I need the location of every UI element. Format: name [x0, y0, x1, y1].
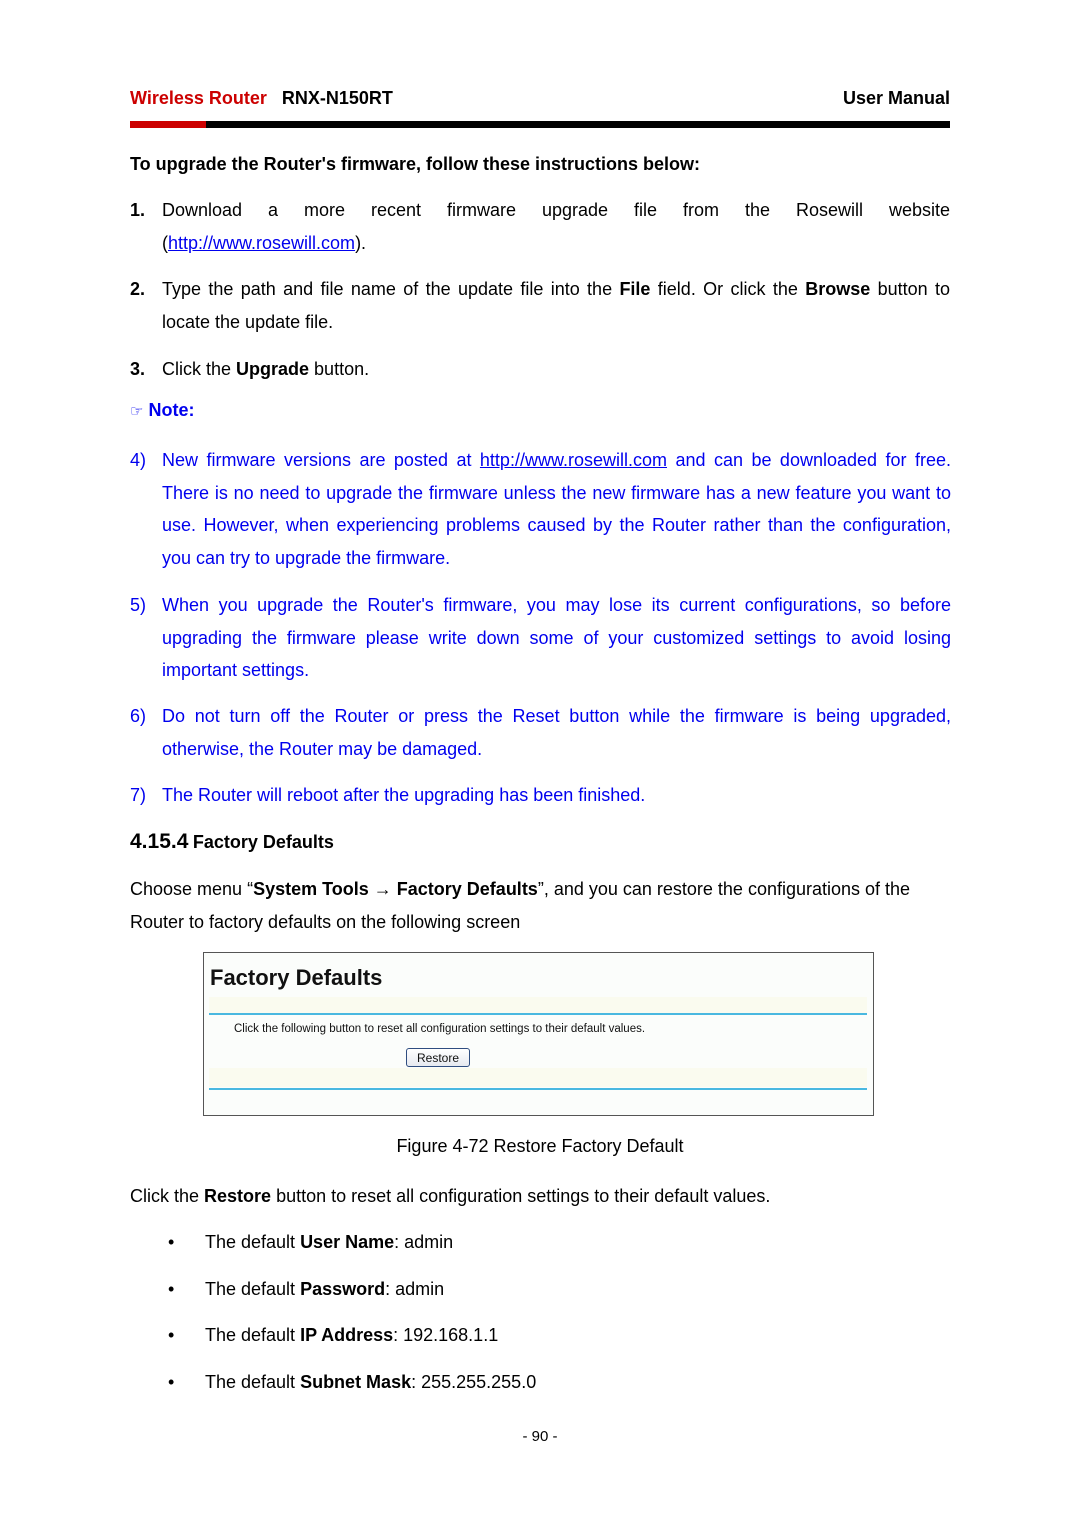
header-model: RNX-N150RT: [281, 88, 393, 108]
text: New firmware versions are posted at: [162, 450, 480, 470]
label: User Name: [300, 1232, 395, 1252]
step-2: 2. Type the path and file name of the up…: [130, 273, 950, 338]
default-user-name: • The default User Name: admin: [168, 1232, 453, 1253]
section-heading: 4.15.4 Factory Defaults: [130, 830, 334, 854]
step-text: Click the Upgrade button.: [162, 353, 950, 386]
step-number: 3.: [130, 359, 146, 379]
note-text: New firmware versions are posted at http…: [162, 444, 951, 574]
section-title: Factory Defaults: [192, 832, 334, 852]
note-number: 7): [130, 785, 147, 805]
text: The default: [205, 1372, 301, 1392]
step-3: 3. Click the Upgrade button.: [130, 353, 950, 386]
restore-button[interactable]: Restore: [406, 1048, 470, 1067]
label: Password: [300, 1279, 386, 1299]
browse-term: Browse: [805, 279, 871, 299]
note-label: Note:: [148, 400, 195, 420]
default-password: • The default Password: admin: [168, 1279, 444, 1300]
screen-title: Factory Defaults: [210, 965, 383, 990]
step-link-line: (http://www.rosewill.com).: [162, 227, 950, 260]
value: : admin: [385, 1279, 445, 1299]
text: The default: [205, 1279, 301, 1299]
header-rule-accent: [130, 121, 206, 128]
text: button.: [309, 359, 370, 379]
restore-paragraph: Click the Restore button to reset all co…: [130, 1180, 770, 1213]
file-term: File: [619, 279, 651, 299]
text: Type the path and file name of the updat…: [162, 279, 620, 299]
paren-close: ).: [355, 232, 367, 253]
header-doc-type: User Manual: [842, 88, 950, 108]
text: field. Or click the: [650, 279, 806, 299]
step-text: Download a more recent firmware upgrade …: [162, 200, 950, 220]
text: Click the: [162, 359, 237, 379]
text: Choose menu “: [130, 879, 254, 899]
menu-paragraph: Choose menu “System Tools → Factory Defa…: [130, 873, 952, 938]
note-heading: ☞ Note:: [130, 394, 194, 429]
divider-top: [209, 1013, 867, 1015]
value: : 255.255.255.0: [411, 1372, 537, 1392]
footer-band: [209, 1068, 867, 1087]
text: The default: [205, 1325, 301, 1345]
note-item-6: 6) Do not turn off the Router or press t…: [130, 700, 951, 765]
note-item-7: 7) The Router will reboot after the upgr…: [130, 779, 951, 812]
note-number: 4): [130, 450, 147, 470]
label: Subnet Mask: [300, 1372, 412, 1392]
note-text: When you upgrade the Router's firmware, …: [162, 595, 951, 680]
default-subnet-mask: • The default Subnet Mask: 255.255.255.0: [168, 1372, 536, 1393]
section-number: 4.15.4: [130, 830, 189, 853]
bullet-icon: •: [168, 1325, 175, 1345]
value: : admin: [394, 1232, 454, 1252]
text: Click the: [130, 1186, 205, 1206]
upgrade-term: Upgrade: [236, 359, 310, 379]
title-band: [209, 997, 867, 1013]
label: IP Address: [300, 1325, 394, 1345]
figure-caption: Figure 4-72 Restore Factory Default: [396, 1136, 684, 1156]
default-ip-address: • The default IP Address: 192.168.1.1: [168, 1325, 498, 1346]
step-text: Type the path and file name of the updat…: [162, 273, 950, 338]
rosewill-link[interactable]: http://www.rosewill.com: [480, 450, 667, 470]
bullet-icon: •: [168, 1279, 175, 1299]
bullet-icon: •: [168, 1372, 175, 1392]
note-text: Do not turn off the Router or press the …: [162, 706, 951, 759]
text: button to reset all configuration settin…: [271, 1186, 771, 1206]
pointing-hand-icon: ☞: [130, 403, 144, 420]
screen-description: Click the following button to reset all …: [234, 1023, 646, 1035]
note-text: The Router will reboot after the upgradi…: [162, 785, 646, 805]
bullet-icon: •: [168, 1232, 175, 1252]
step-number: 1.: [130, 200, 146, 220]
note-number: 6): [130, 706, 147, 726]
restore-term: Restore: [204, 1186, 272, 1206]
header-rule: [130, 121, 950, 128]
note-number: 5): [130, 595, 147, 615]
text: The default: [205, 1232, 301, 1252]
note-item-4: 4) New firmware versions are posted at h…: [130, 444, 951, 574]
menu-path: System Tools → Factory Defaults: [253, 879, 538, 899]
step-number: 2.: [130, 279, 146, 299]
intro-heading: To upgrade the Router's firmware, follow…: [130, 154, 701, 174]
factory-defaults-screenshot: Factory Defaults Click the following but…: [203, 952, 874, 1116]
header-product: Wireless Router RNX-N150RT: [130, 88, 393, 109]
step-1: 1. Download a more recent firmware upgra…: [130, 194, 950, 259]
divider-bottom: [209, 1088, 867, 1090]
value: : 192.168.1.1: [393, 1325, 499, 1345]
rosewill-link[interactable]: http://www.rosewill.com: [168, 233, 355, 253]
header-product-label: Wireless Router: [130, 88, 267, 108]
page-number: - 90 -: [522, 1428, 558, 1445]
note-item-5: 5) When you upgrade the Router's firmwar…: [130, 589, 951, 687]
